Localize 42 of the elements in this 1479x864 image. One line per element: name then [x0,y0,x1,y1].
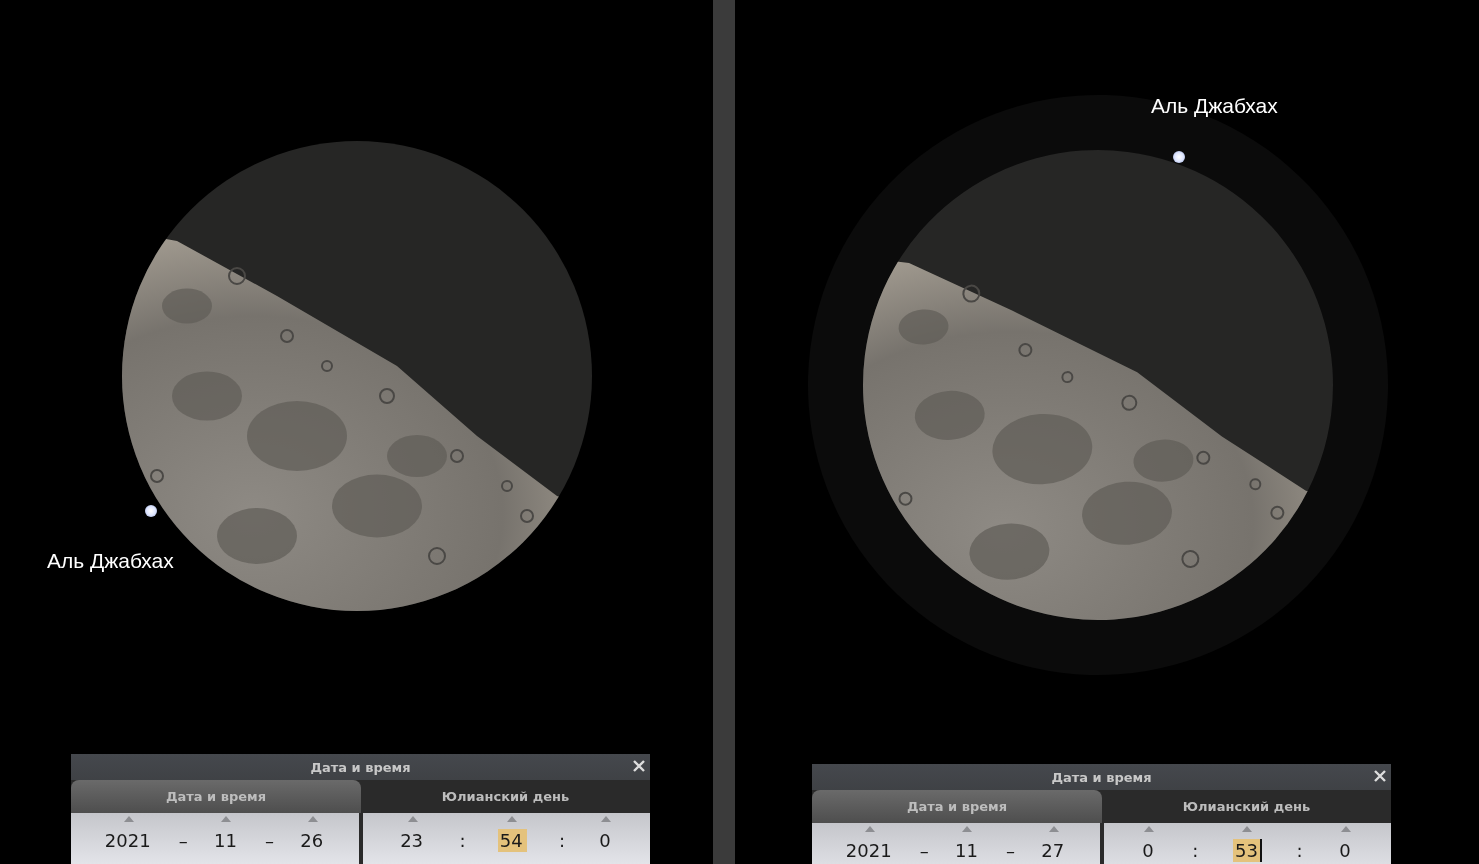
spin-field[interactable]: 0 [1140,839,1158,862]
separator: – [919,840,929,861]
separator: : [558,830,566,851]
spin-field[interactable]: 11 [953,839,982,862]
up-arrow-icon[interactable] [123,816,134,822]
spin-field[interactable]: 23 [398,829,428,852]
separator: : [459,830,466,851]
tab[interactable]: Дата и время [812,790,1102,823]
tab[interactable]: Юлианский день [1102,790,1391,823]
spin-field[interactable]: 54 [497,829,527,852]
up-arrow-icon[interactable] [1340,826,1351,832]
separator: : [1192,840,1199,861]
up-arrow-icon[interactable] [307,816,318,822]
dialog-title: Дата и время [1051,769,1152,785]
spin-field[interactable]: 0 [1337,839,1355,862]
up-arrow-icon[interactable] [962,826,973,832]
close-icon[interactable] [1374,770,1386,782]
up-arrow-icon[interactable] [221,816,232,822]
close-icon[interactable] [633,760,645,772]
separator: – [1006,840,1016,861]
up-arrow-icon[interactable] [1144,826,1155,832]
up-arrow-icon[interactable] [407,816,418,822]
spin-field[interactable]: 2021 [102,829,155,852]
up-arrow-icon[interactable] [864,826,875,832]
tab[interactable]: Юлианский день [361,780,650,813]
star-label: Аль Джабхах [1151,94,1278,118]
spin-field[interactable]: 27 [1039,839,1069,862]
spin-field[interactable]: 11 [212,829,241,852]
dialog-title: Дата и время [310,759,411,775]
spin-field[interactable]: 26 [298,829,328,852]
separator: – [178,830,188,851]
separator: – [265,830,275,851]
up-arrow-icon[interactable] [1048,826,1059,832]
spin-field[interactable]: 53 [1233,839,1262,862]
up-arrow-icon[interactable] [601,816,612,822]
separator: : [1296,840,1303,861]
spin-field[interactable]: 2021 [843,839,896,862]
up-arrow-icon[interactable] [507,816,518,822]
star-label: Аль Джабхах [47,549,174,573]
spin-field[interactable]: 0 [597,829,615,852]
tab[interactable]: Дата и время [71,780,361,813]
up-arrow-icon[interactable] [1242,826,1253,832]
